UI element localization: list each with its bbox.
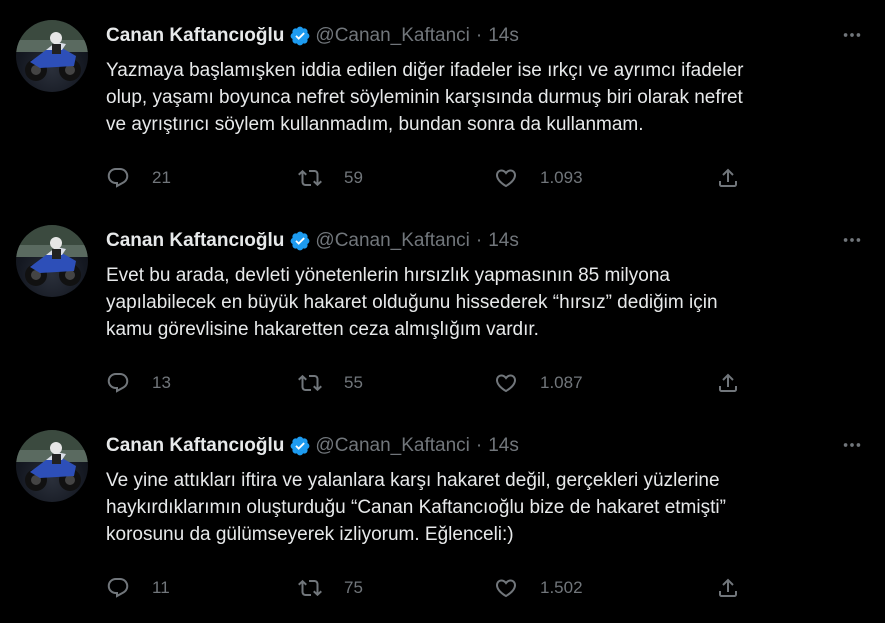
avatar[interactable]	[16, 225, 88, 297]
retweet-count: 59	[344, 168, 363, 187]
like-button[interactable]: 1.502	[494, 573, 583, 603]
reply-count: 13	[152, 373, 171, 392]
tweet[interactable]: Canan Kaftancıoğlu @Canan_Kaftanci · 14s…	[0, 205, 885, 410]
tweet-timestamp[interactable]: 14s	[488, 230, 519, 252]
tweet-text: Evet bu arada, devleti yönetenlerin hırs…	[106, 265, 718, 340]
share-button[interactable]	[716, 573, 740, 603]
heart-icon	[495, 374, 517, 393]
reply-count: 21	[152, 168, 171, 187]
motorcycle-avatar-image	[16, 225, 88, 286]
tweet-text: Yazmaya başlamışken iddia edilen diğer i…	[106, 60, 744, 135]
separator-dot: ·	[475, 435, 483, 456]
like-count: 1.087	[540, 373, 583, 392]
tweet-actions: 11 75 1.502	[106, 573, 756, 603]
tweet[interactable]: Canan Kaftancıoğlu @Canan_Kaftanci · 14s…	[0, 410, 885, 615]
share-icon	[719, 168, 737, 187]
separator-dot: ·	[475, 25, 483, 46]
share-icon	[719, 373, 737, 392]
like-button[interactable]: 1.093	[494, 163, 583, 193]
tweet-timestamp[interactable]: 14s	[488, 435, 519, 457]
retweet-button[interactable]: 59	[298, 163, 363, 193]
verified-badge-icon	[291, 26, 310, 46]
author-name[interactable]: Canan Kaftancıoğlu	[106, 230, 284, 252]
author-name[interactable]: Canan Kaftancıoğlu	[106, 25, 284, 47]
retweet-icon	[298, 579, 322, 597]
share-button[interactable]	[716, 368, 740, 398]
like-count: 1.502	[540, 578, 583, 597]
author-handle[interactable]: @Canan_Kaftanci	[315, 25, 470, 47]
avatar[interactable]	[16, 430, 88, 502]
reply-icon	[107, 578, 129, 598]
reply-button[interactable]: 13	[106, 368, 171, 398]
retweet-icon	[298, 374, 322, 392]
author-name[interactable]: Canan Kaftancıoğlu	[106, 435, 284, 457]
tweet-timestamp[interactable]: 14s	[488, 25, 519, 47]
verified-badge-icon	[291, 436, 310, 456]
tweet-header: Canan Kaftancıoğlu @Canan_Kaftanci · 14s	[106, 228, 519, 254]
motorcycle-avatar-image	[16, 20, 88, 81]
avatar[interactable]	[16, 20, 88, 92]
retweet-icon	[298, 169, 322, 187]
author-handle[interactable]: @Canan_Kaftanci	[315, 435, 470, 457]
separator-dot: ·	[475, 230, 483, 251]
more-options-icon[interactable]	[841, 229, 863, 257]
heart-icon	[495, 579, 517, 598]
tweet-actions: 13 55 1.087	[106, 368, 756, 398]
motorcycle-avatar-image	[16, 430, 88, 491]
more-options-icon[interactable]	[841, 24, 863, 52]
author-handle[interactable]: @Canan_Kaftanci	[315, 230, 470, 252]
tweet-actions: 21 59 1.093	[106, 163, 756, 193]
heart-icon	[495, 169, 517, 188]
reply-icon	[107, 373, 129, 393]
reply-count: 11	[152, 578, 170, 597]
reply-button[interactable]: 11	[106, 573, 170, 603]
tweet-header: Canan Kaftancıoğlu @Canan_Kaftanci · 14s	[106, 433, 519, 459]
tweet-text: Ve yine attıkları iftira ve yalanlara ka…	[106, 470, 726, 545]
reply-button[interactable]: 21	[106, 163, 171, 193]
verified-badge-icon	[291, 231, 310, 251]
like-count: 1.093	[540, 168, 583, 187]
retweet-count: 75	[344, 578, 363, 597]
retweet-count: 55	[344, 373, 363, 392]
share-button[interactable]	[716, 163, 740, 193]
reply-icon	[107, 168, 129, 188]
like-button[interactable]: 1.087	[494, 368, 583, 398]
retweet-button[interactable]: 55	[298, 368, 363, 398]
retweet-button[interactable]: 75	[298, 573, 363, 603]
more-options-icon[interactable]	[841, 434, 863, 462]
tweet[interactable]: Canan Kaftancıoğlu @Canan_Kaftanci · 14s…	[0, 0, 885, 205]
tweet-header: Canan Kaftancıoğlu @Canan_Kaftanci · 14s	[106, 23, 519, 49]
tweet-timeline: Canan Kaftancıoğlu @Canan_Kaftanci · 14s…	[0, 0, 885, 615]
share-icon	[719, 578, 737, 597]
